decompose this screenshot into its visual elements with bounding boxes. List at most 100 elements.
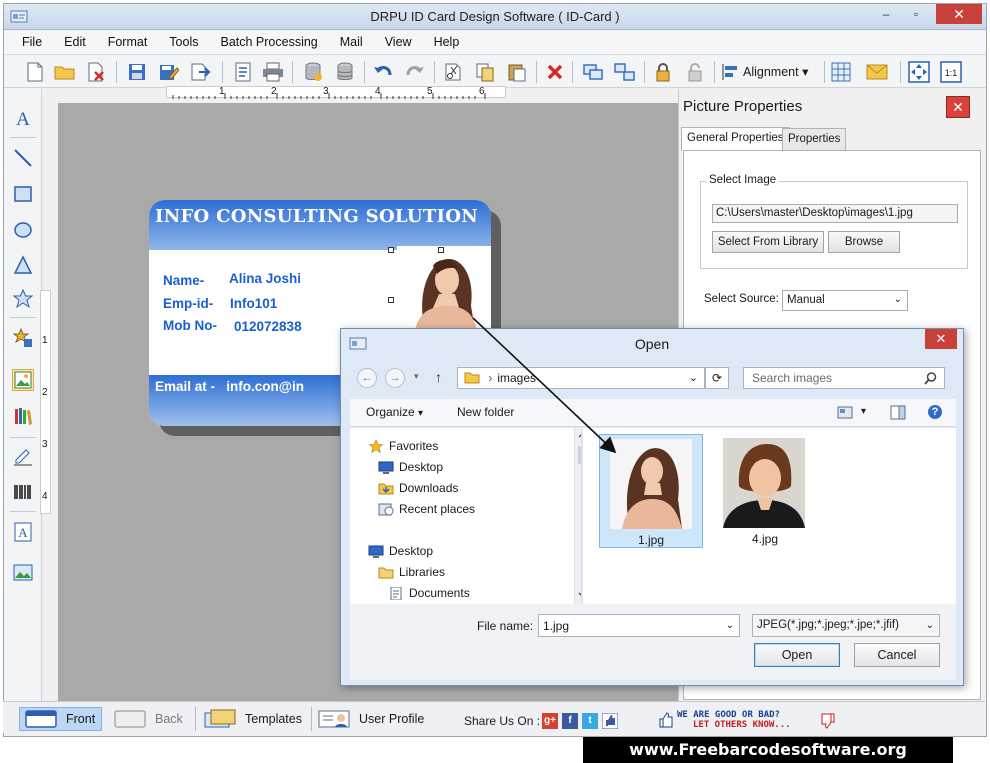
feedback-banner[interactable]: WE ARE GOOD OR BAD? LET OTHERS KNOW... bbox=[659, 710, 839, 732]
refresh-icon[interactable]: ⟳ bbox=[705, 367, 729, 389]
tree-item-libraries[interactable]: Libraries bbox=[378, 565, 445, 579]
address-bar[interactable]: › images ⌄ bbox=[457, 367, 705, 389]
watermark-tool-icon[interactable]: A bbox=[12, 521, 34, 543]
image-path-field[interactable]: C:\Users\master\Desktop\images\1.jpg bbox=[712, 204, 958, 223]
resize-handle[interactable] bbox=[438, 247, 444, 253]
panel-close-button[interactable]: ✕ bbox=[946, 96, 970, 118]
select-source-dropdown[interactable]: Manual ⌄ bbox=[782, 290, 908, 311]
menu-help[interactable]: Help bbox=[434, 35, 460, 49]
close-file-icon[interactable] bbox=[86, 61, 108, 83]
maximize-button[interactable]: ▫ bbox=[902, 4, 930, 24]
chevron-down-icon[interactable]: ▾ bbox=[861, 406, 866, 417]
twitter-icon[interactable]: t bbox=[582, 713, 598, 729]
up-arrow-icon[interactable]: ↑ bbox=[435, 369, 442, 385]
delete-icon[interactable] bbox=[544, 61, 566, 83]
rectangle-tool-icon[interactable] bbox=[12, 183, 34, 205]
card-photo[interactable] bbox=[397, 246, 491, 330]
print-icon[interactable] bbox=[262, 61, 284, 83]
fit-to-window-icon[interactable] bbox=[908, 61, 930, 83]
save-as-icon[interactable] bbox=[158, 61, 180, 83]
star-tool-icon[interactable] bbox=[12, 288, 34, 310]
card-name-value[interactable]: Alina Joshi bbox=[229, 271, 301, 286]
properties-icon[interactable] bbox=[232, 61, 254, 83]
tree-item-desktop[interactable]: Desktop bbox=[378, 460, 443, 474]
new-file-icon[interactable] bbox=[24, 61, 46, 83]
ungroup-icon[interactable] bbox=[614, 61, 636, 83]
alignment-dropdown[interactable]: Alignment ▾ bbox=[743, 64, 808, 79]
menu-format[interactable]: Format bbox=[108, 35, 148, 49]
resize-handle[interactable] bbox=[388, 247, 394, 253]
alignment-icon[interactable] bbox=[720, 61, 742, 83]
tree-item-favorites[interactable]: Favorites bbox=[368, 439, 438, 453]
resize-handle[interactable] bbox=[388, 297, 394, 303]
front-button[interactable]: Front bbox=[19, 707, 103, 731]
tree-item-desktop-root[interactable]: Desktop bbox=[368, 544, 433, 558]
cancel-button[interactable]: Cancel bbox=[854, 643, 940, 667]
tree-item-recent-places[interactable]: Recent places bbox=[378, 502, 475, 516]
forward-arrow-icon[interactable]: → bbox=[385, 368, 405, 388]
file-type-select[interactable]: JPEG(*.jpg;*.jpeg;*.jpe;*.jfif) ⌄ bbox=[752, 614, 940, 637]
menu-mail[interactable]: Mail bbox=[340, 35, 363, 49]
user-profile-button[interactable]: User Profile bbox=[313, 707, 424, 731]
minimize-button[interactable]: – bbox=[872, 4, 900, 24]
tree-item-downloads[interactable]: Downloads bbox=[378, 481, 458, 495]
open-folder-icon[interactable] bbox=[54, 61, 76, 83]
view-options-icon[interactable] bbox=[837, 406, 853, 419]
card-company-name[interactable]: INFO CONSULTING SOLUTION bbox=[155, 206, 478, 227]
group-icon[interactable] bbox=[582, 61, 604, 83]
menu-edit[interactable]: Edit bbox=[64, 35, 86, 49]
mail-icon[interactable] bbox=[866, 61, 888, 83]
ellipse-tool-icon[interactable] bbox=[12, 219, 34, 241]
database-icon[interactable] bbox=[334, 61, 356, 83]
select-from-library-button[interactable]: Select From Library bbox=[712, 231, 824, 253]
actual-size-icon[interactable]: 1:1 bbox=[940, 61, 962, 83]
templates-button[interactable]: Templates bbox=[199, 707, 302, 731]
menu-tools[interactable]: Tools bbox=[169, 35, 198, 49]
facebook-icon[interactable]: f bbox=[562, 713, 578, 729]
preview-pane-icon[interactable] bbox=[890, 405, 906, 420]
paste-icon[interactable] bbox=[506, 61, 528, 83]
export-icon[interactable] bbox=[190, 61, 212, 83]
database-import-icon[interactable] bbox=[302, 61, 324, 83]
tree-item-documents[interactable]: Documents bbox=[388, 586, 470, 600]
file-item-1[interactable]: 1.jpg bbox=[599, 434, 703, 548]
card-mob-label[interactable]: Mob No- bbox=[163, 318, 217, 333]
text-tool-icon[interactable]: A bbox=[12, 107, 34, 129]
back-arrow-icon[interactable]: ← bbox=[357, 368, 377, 388]
shapes-tool-icon[interactable] bbox=[12, 327, 34, 349]
menu-batch-processing[interactable]: Batch Processing bbox=[220, 35, 317, 49]
new-folder-button[interactable]: New folder bbox=[457, 405, 514, 419]
image-tool-icon[interactable] bbox=[12, 561, 34, 583]
browse-button[interactable]: Browse bbox=[828, 231, 900, 253]
card-empid-value[interactable]: Info101 bbox=[230, 296, 277, 311]
lock-icon[interactable] bbox=[652, 61, 674, 83]
undo-icon[interactable] bbox=[372, 61, 394, 83]
unlock-icon[interactable] bbox=[684, 61, 706, 83]
barcode-tool-icon[interactable] bbox=[12, 481, 34, 503]
tree-scrollbar[interactable] bbox=[574, 428, 581, 604]
grid-icon[interactable] bbox=[830, 61, 852, 83]
search-input[interactable]: Search images bbox=[743, 367, 945, 389]
copy-icon[interactable] bbox=[474, 61, 496, 83]
open-button[interactable]: Open bbox=[754, 643, 840, 667]
card-name-label[interactable]: Name- bbox=[163, 273, 204, 288]
picture-tool-icon[interactable] bbox=[12, 369, 34, 391]
card-email[interactable]: Email at - info.con@in bbox=[155, 379, 304, 394]
save-icon[interactable] bbox=[126, 61, 148, 83]
like-icon[interactable] bbox=[602, 713, 618, 729]
menu-file[interactable]: File bbox=[22, 35, 42, 49]
library-tool-icon[interactable] bbox=[12, 405, 34, 427]
back-button[interactable]: Back bbox=[109, 707, 183, 731]
close-window-button[interactable]: ✕ bbox=[936, 4, 982, 24]
tab-properties[interactable]: Properties bbox=[782, 128, 847, 150]
dialog-close-button[interactable]: ✕ bbox=[925, 329, 957, 349]
redo-icon[interactable] bbox=[404, 61, 426, 83]
file-name-input[interactable]: 1.jpg ⌄ bbox=[538, 614, 740, 637]
history-chevron-icon[interactable]: ▾ bbox=[414, 371, 419, 382]
menu-view[interactable]: View bbox=[385, 35, 412, 49]
signature-tool-icon[interactable] bbox=[12, 445, 34, 467]
google-plus-icon[interactable]: g+ bbox=[542, 713, 558, 729]
tab-general-properties[interactable]: General Properties bbox=[681, 127, 790, 151]
line-tool-icon[interactable] bbox=[12, 147, 34, 169]
organize-menu[interactable]: Organize ▾ bbox=[366, 405, 423, 419]
